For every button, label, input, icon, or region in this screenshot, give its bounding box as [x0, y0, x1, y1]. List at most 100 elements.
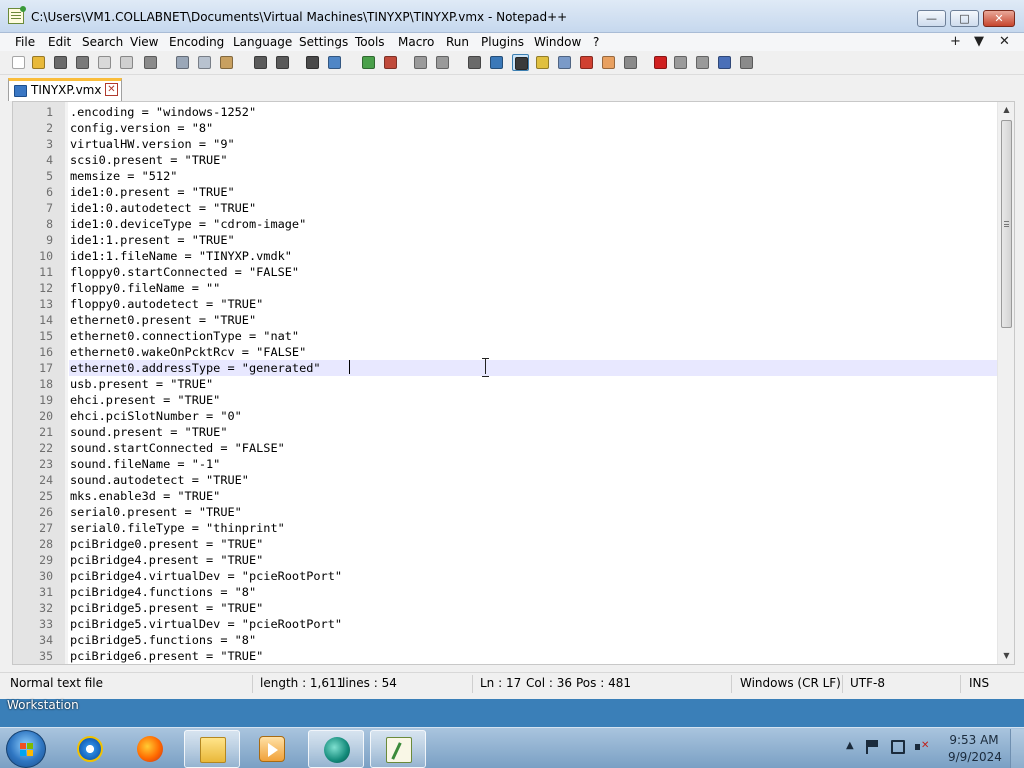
close-button[interactable]	[96, 54, 113, 71]
line-text[interactable]: ehci.pciSlotNumber = "0"	[70, 408, 242, 424]
stop-recording-button[interactable]	[672, 54, 689, 71]
save-all-button[interactable]	[74, 54, 91, 71]
open-file-button[interactable]	[30, 54, 47, 71]
line-text[interactable]: pciBridge5.functions = "8"	[70, 632, 256, 648]
line-text[interactable]: ide1:1.fileName = "TINYXP.vmdk"	[70, 248, 292, 264]
paste-button[interactable]	[218, 54, 235, 71]
line-text[interactable]: usb.present = "TRUE"	[70, 376, 213, 392]
editor-line[interactable]: 35 pciBridge6.present = "TRUE"	[39, 648, 997, 664]
line-text[interactable]: ethernet0.connectionType = "nat"	[70, 328, 299, 344]
line-text[interactable]: ethernet0.wakeOnPcktRcv = "FALSE"	[70, 344, 306, 360]
editor-line[interactable]: 5 memsize = "512"	[46, 168, 997, 184]
editor-line[interactable]: 18 usb.present = "TRUE"	[39, 376, 997, 392]
menu-macro[interactable]: Macro	[397, 33, 435, 51]
replace-button[interactable]	[326, 54, 343, 71]
line-text[interactable]: pciBridge6.present = "TRUE"	[70, 648, 263, 664]
network-icon[interactable]	[891, 740, 905, 754]
word-wrap-button[interactable]	[466, 54, 483, 71]
line-text[interactable]: config.version = "8"	[70, 120, 213, 136]
record-macro-button[interactable]	[652, 54, 669, 71]
zoom-out-button[interactable]	[382, 54, 399, 71]
line-text[interactable]: sound.present = "TRUE"	[70, 424, 228, 440]
taskbar-notepadpp[interactable]	[370, 730, 426, 768]
menu-language[interactable]: Language	[232, 33, 293, 51]
line-text[interactable]: floppy0.autodetect = "TRUE"	[70, 296, 263, 312]
menu-settings[interactable]: Settings	[298, 33, 349, 51]
editor-pane[interactable]: 1 .encoding = "windows-1252" 2 config.versi…	[12, 101, 1015, 665]
taskbar-media-player[interactable]	[244, 730, 300, 768]
line-text[interactable]: pciBridge4.present = "TRUE"	[70, 552, 263, 568]
editor-line[interactable]: 33 pciBridge5.virtualDev = "pcieRootPort"	[39, 616, 997, 632]
action-center-flag-icon[interactable]	[866, 740, 880, 754]
menu-run[interactable]: Run	[445, 33, 470, 51]
editor-line[interactable]: 12 floppy0.fileName = ""	[39, 280, 997, 296]
maximize-button[interactable]: □	[950, 10, 979, 27]
function-list-button[interactable]	[578, 54, 595, 71]
taskbar-internet-explorer[interactable]	[62, 730, 118, 768]
save-macro-button[interactable]	[738, 54, 755, 71]
line-text[interactable]: scsi0.present = "TRUE"	[70, 152, 228, 168]
close-window-button[interactable]: ✕	[983, 10, 1015, 27]
zoom-in-button[interactable]	[360, 54, 377, 71]
line-text[interactable]: floppy0.startConnected = "FALSE"	[70, 264, 299, 280]
volume-muted-icon[interactable]	[915, 740, 929, 754]
editor-line[interactable]: 24 sound.autodetect = "TRUE"	[39, 472, 997, 488]
text-area[interactable]: 1 .encoding = "windows-1252" 2 config.versi…	[39, 102, 997, 664]
title-bar[interactable]: C:\Users\VM1.COLLABNET\Documents\Virtual…	[0, 0, 1024, 33]
editor-line[interactable]: 4 scsi0.present = "TRUE"	[46, 152, 997, 168]
editor-line[interactable]: 29 pciBridge4.present = "TRUE"	[39, 552, 997, 568]
scroll-up-arrow-icon[interactable]: ▲	[998, 102, 1014, 118]
menu-edit[interactable]: Edit	[47, 33, 72, 51]
clock-date[interactable]: 9/9/2024	[948, 750, 1002, 764]
menu-help[interactable]: ?	[592, 33, 600, 51]
line-text[interactable]: ide1:0.present = "TRUE"	[70, 184, 235, 200]
line-text[interactable]: pciBridge4.virtualDev = "pcieRootPort"	[70, 568, 342, 584]
editor-line[interactable]: 2 config.version = "8"	[46, 120, 997, 136]
line-text[interactable]: .encoding = "windows-1252"	[70, 104, 256, 120]
new-file-button[interactable]	[10, 54, 27, 71]
indent-guide-button[interactable]	[512, 54, 529, 71]
fold-margin[interactable]	[65, 102, 68, 664]
scroll-thumb[interactable]	[1001, 120, 1012, 328]
editor-line[interactable]: 14 ethernet0.present = "TRUE"	[39, 312, 997, 328]
line-text[interactable]: ethernet0.addressType = "generated"	[70, 360, 321, 376]
copy-button[interactable]	[196, 54, 213, 71]
editor-line[interactable]: 28 pciBridge0.present = "TRUE"	[39, 536, 997, 552]
editor-line[interactable]: 30 pciBridge4.virtualDev = "pcieRootPort"	[39, 568, 997, 584]
menu-encoding[interactable]: Encoding	[168, 33, 225, 51]
print-button[interactable]	[142, 54, 159, 71]
editor-line[interactable]: 3 virtualHW.version = "9"	[46, 136, 997, 152]
line-text[interactable]: virtualHW.version = "9"	[70, 136, 235, 152]
notepadpp-app-icon[interactable]	[8, 6, 26, 24]
line-text[interactable]: serial0.present = "TRUE"	[70, 504, 242, 520]
vertical-scrollbar[interactable]: ▲ ▼	[997, 102, 1014, 664]
playback-button[interactable]	[694, 54, 711, 71]
line-text[interactable]: mks.enable3d = "TRUE"	[70, 488, 220, 504]
run-macro-multiple-button[interactable]	[716, 54, 733, 71]
start-button[interactable]	[6, 730, 46, 768]
line-text[interactable]: pciBridge5.virtualDev = "pcieRootPort"	[70, 616, 342, 632]
editor-line[interactable]: 17 ethernet0.addressType = "generated"	[39, 360, 997, 376]
editor-line[interactable]: 22 sound.startConnected = "FALSE"	[39, 440, 997, 456]
monitoring-button[interactable]	[622, 54, 639, 71]
line-text[interactable]: sound.fileName = "-1"	[70, 456, 220, 472]
clock-time[interactable]: 9:53 AM	[948, 733, 1000, 747]
show-hidden-icons-button[interactable]: ▲	[846, 740, 854, 751]
folder-workspace-button[interactable]	[600, 54, 617, 71]
taskbar-firefox[interactable]	[122, 730, 178, 768]
menu-file[interactable]: File	[14, 33, 36, 51]
line-text[interactable]: floppy0.fileName = ""	[70, 280, 220, 296]
sync-vertical-button[interactable]	[412, 54, 429, 71]
tab-tinyxp-vmx[interactable]: TINYXP.vmx ✕	[8, 78, 122, 101]
scroll-down-arrow-icon[interactable]: ▼	[998, 648, 1014, 664]
line-text[interactable]: serial0.fileType = "thinprint"	[70, 520, 285, 536]
menu-view[interactable]: View	[129, 33, 159, 51]
minimize-button[interactable]: —	[917, 10, 946, 27]
undo-button[interactable]	[252, 54, 269, 71]
line-text[interactable]: sound.autodetect = "TRUE"	[70, 472, 249, 488]
editor-line[interactable]: 13 floppy0.autodetect = "TRUE"	[39, 296, 997, 312]
redo-button[interactable]	[274, 54, 291, 71]
menu-plugins[interactable]: Plugins	[480, 33, 525, 51]
editor-line[interactable]: 32 pciBridge5.present = "TRUE"	[39, 600, 997, 616]
editor-line[interactable]: 31 pciBridge4.functions = "8"	[39, 584, 997, 600]
